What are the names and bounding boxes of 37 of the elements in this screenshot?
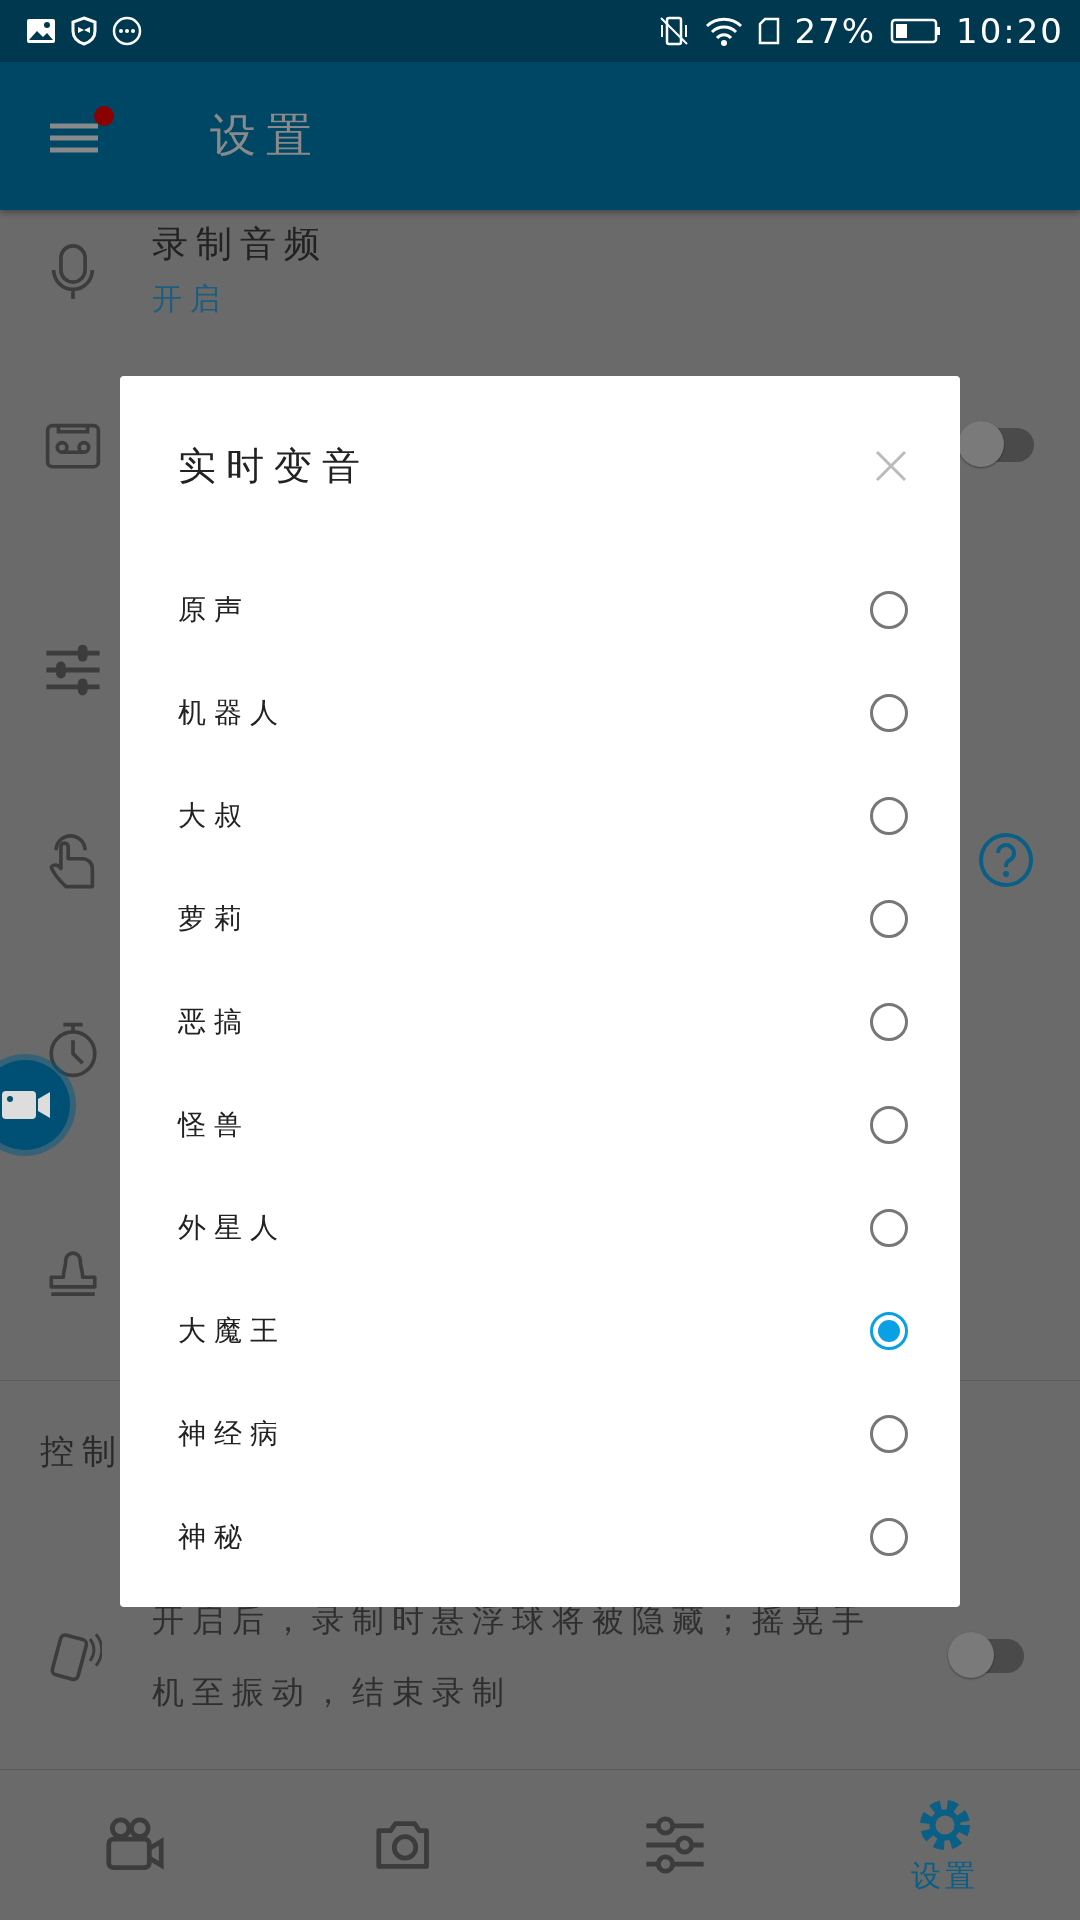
radio-button[interactable] (870, 693, 908, 732)
option-label: 外星人 (178, 1210, 287, 1245)
option-label: 大魔王 (178, 1313, 287, 1348)
close-icon (874, 449, 908, 483)
battery-icon (890, 17, 942, 45)
sim-card-icon (758, 17, 781, 45)
page-title: 设置 (210, 107, 322, 164)
dialog-title: 实时变音 (178, 442, 371, 490)
option-label: 机器人 (178, 695, 287, 730)
radio-button[interactable] (870, 1414, 908, 1453)
image-icon (26, 18, 56, 44)
clock-time: 10:20 (956, 11, 1064, 51)
shield-icon (70, 16, 98, 46)
radio-button[interactable] (870, 899, 908, 938)
radio-button[interactable] (870, 1517, 908, 1556)
option-label: 神经病 (178, 1416, 287, 1451)
option-label: 大叔 (178, 798, 251, 833)
wifi-icon (704, 16, 745, 46)
option-label: 怪兽 (178, 1107, 251, 1142)
radio-button[interactable] (870, 1002, 908, 1041)
floating-record-button[interactable] (0, 1060, 70, 1150)
battery-percentage: 27% (794, 11, 876, 51)
setting-value: 开启 (152, 280, 229, 318)
radio-button[interactable] (870, 1311, 908, 1350)
radio-button[interactable] (870, 1105, 908, 1144)
sliders-icon (644, 1814, 706, 1876)
setting-title: 录制音频 (152, 222, 329, 266)
option-label: 原声 (178, 592, 251, 627)
option-label: 萝莉 (178, 901, 251, 936)
radio-button[interactable] (870, 796, 908, 835)
option-label: 神秘 (178, 1519, 251, 1554)
video-camera-icon (2, 1088, 52, 1122)
radio-button[interactable] (870, 590, 908, 629)
option-label: 恶搞 (178, 1004, 251, 1039)
radio-button[interactable] (870, 1208, 908, 1247)
notification-dot (94, 106, 114, 126)
more-icon (112, 16, 142, 46)
